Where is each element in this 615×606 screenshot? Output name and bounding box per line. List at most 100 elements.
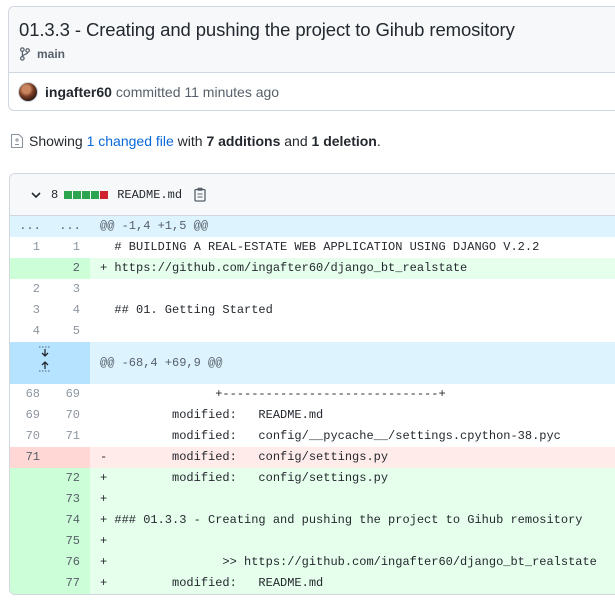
hunk-header: @@ -1,4 +1,5 @@	[90, 216, 615, 237]
commit-title: 01.3.3 - Creating and pushing the projec…	[19, 19, 515, 40]
hunk-header-row: ... ... @@ -1,4 +1,5 @@	[10, 216, 615, 237]
new-line-number[interactable]: 74	[50, 510, 90, 531]
old-line-number[interactable]	[10, 468, 50, 489]
expand-icon	[39, 346, 51, 372]
copy-icon[interactable]	[194, 187, 207, 202]
new-line-number[interactable]: 5	[50, 321, 90, 342]
branch-indicator[interactable]: main	[19, 47, 615, 61]
diff-line-ctx: 23	[10, 279, 615, 300]
diff-line-ctx: 69 70 modified: README.md	[10, 405, 615, 426]
old-line-number[interactable]	[10, 531, 50, 552]
diff-code: + modified: README.md	[90, 573, 615, 594]
old-line-number[interactable]	[10, 510, 50, 531]
diff-line-ctx: 34 ## 01. Getting Started	[10, 300, 615, 321]
file-diff-icon	[10, 133, 24, 149]
diffstat-block-add	[64, 190, 73, 199]
changed-files-link[interactable]: 1 changed file	[87, 133, 174, 149]
additions-count: 7 additions	[206, 133, 281, 149]
summary-with: with	[177, 133, 203, 149]
diff-code	[90, 279, 615, 300]
branch-name: main	[37, 47, 66, 61]
old-line-number[interactable]: 4	[10, 321, 50, 342]
summary-period: .	[376, 133, 381, 149]
new-line-number[interactable]	[50, 447, 90, 468]
diff-line-add: 75 +	[10, 531, 615, 552]
new-line-number[interactable]: 4	[50, 300, 90, 321]
commit-time: committed 11 minutes ago	[115, 83, 280, 100]
new-line-number[interactable]: 3	[50, 279, 90, 300]
diff-code: modified: README.md	[100, 408, 324, 422]
summary-showing: Showing	[29, 133, 83, 149]
diff-code: + https://github.com/ingafter60/django_b…	[90, 258, 615, 279]
diffstat	[64, 190, 109, 199]
old-line-number[interactable]	[10, 489, 50, 510]
new-line-number[interactable]: 70	[50, 405, 90, 426]
old-line-number[interactable]: 68	[10, 384, 50, 405]
new-line-number[interactable]: 75	[50, 531, 90, 552]
diff-table: ... ... @@ -1,4 +1,5 @@ 11 # BUILDING A …	[10, 216, 615, 594]
diff-code: - modified: config/settings.py	[90, 447, 615, 468]
diff-code: + modified: config/settings.py	[90, 468, 615, 489]
deletions-count: 1 deletion	[311, 133, 377, 149]
diff-line-add: 74 + ### 01.3.3 - Creating and pushing th…	[10, 510, 615, 531]
new-line-number[interactable]: 69	[50, 384, 90, 405]
expand-lines-button[interactable]	[10, 342, 90, 384]
changes-count: 8	[51, 187, 59, 202]
new-line-number[interactable]: 73	[50, 489, 90, 510]
diff-code: + ### 01.3.3 - Creating and pushing the …	[90, 510, 615, 531]
hunk-expander-left[interactable]: ...	[10, 216, 50, 237]
diffstat-block-add	[91, 190, 100, 199]
diff-line-add: 77 + modified: README.md	[10, 573, 615, 594]
chevron-down-icon[interactable]	[30, 189, 42, 201]
commit-box: 01.3.3 - Creating and pushing the projec…	[8, 6, 615, 111]
diffstat-block-del	[100, 190, 109, 199]
summary-and: and	[284, 133, 308, 149]
commit-header: 01.3.3 - Creating and pushing the projec…	[9, 7, 615, 73]
diffstat-block-add	[73, 190, 82, 199]
diff-line-add: 76 + >> https://github.com/ingafter60/dja…	[10, 552, 615, 573]
old-line-number[interactable]: 71	[10, 447, 50, 468]
avatar[interactable]	[18, 81, 38, 102]
new-line-number[interactable]: 71	[50, 426, 90, 447]
diff-code: ## 01. Getting Started	[100, 303, 273, 317]
diff-code: + >> https://github.com/ingafter60/djang…	[90, 552, 615, 573]
commit-meta: ingafter60 committed 11 minutes ago	[9, 73, 615, 110]
diff-code: modified: config/__pycache__/settings.cp…	[100, 429, 561, 443]
new-line-number[interactable]: 77	[50, 573, 90, 594]
old-line-number[interactable]: 3	[10, 300, 50, 321]
old-line-number[interactable]: 2	[10, 279, 50, 300]
diff-line-add: 2 + https://github.com/ingafter60/django_…	[10, 258, 615, 279]
diff-code: +	[90, 489, 615, 510]
old-line-number[interactable]	[10, 573, 50, 594]
old-line-number[interactable]	[10, 552, 50, 573]
diff-code	[90, 321, 615, 342]
file-header: 8 README.md	[10, 174, 615, 216]
diffstat-block-add	[82, 190, 91, 199]
diff-code: +	[90, 531, 615, 552]
diff-line-ctx: 45	[10, 321, 615, 342]
old-line-number[interactable]: 70	[10, 426, 50, 447]
diff-line-del: 71 - modified: config/settings.py	[10, 447, 615, 468]
diff-line-add: 73 +	[10, 489, 615, 510]
diff-line-ctx: 11 # BUILDING A REAL-ESTATE WEB APPLICAT…	[10, 237, 615, 258]
new-line-number[interactable]: 72	[50, 468, 90, 489]
diff-code: # BUILDING A REAL-ESTATE WEB APPLICATION…	[100, 240, 540, 254]
author-link[interactable]: ingafter60	[45, 84, 112, 100]
file-name[interactable]: README.md	[117, 188, 182, 202]
new-line-number[interactable]: 76	[50, 552, 90, 573]
new-line-number[interactable]: 2	[50, 258, 90, 279]
old-line-number[interactable]: 69	[10, 405, 50, 426]
git-branch-icon	[20, 47, 30, 61]
old-line-number[interactable]	[10, 258, 50, 279]
file-diff: 8 README.md ... ... @@ -1,4 +1,5 @@ 11 #…	[9, 173, 615, 595]
hunk-expander-right[interactable]: ...	[50, 216, 90, 237]
hunk-header-row: @@ -68,4 +69,9 @@	[10, 342, 615, 384]
diff-line-add: 72 + modified: config/settings.py	[10, 468, 615, 489]
diff-summary: Showing 1 changed file with 7 additions …	[10, 133, 381, 149]
new-line-number[interactable]: 1	[50, 237, 90, 258]
diff-code: +------------------------------+	[100, 387, 446, 401]
old-line-number[interactable]: 1	[10, 237, 50, 258]
diff-line-ctx: 70 71 modified: config/__pycache__/settin…	[10, 426, 615, 447]
hunk-header: @@ -68,4 +69,9 @@	[90, 342, 615, 384]
diff-line-ctx: 68 69 +------------------------------+	[10, 384, 615, 405]
